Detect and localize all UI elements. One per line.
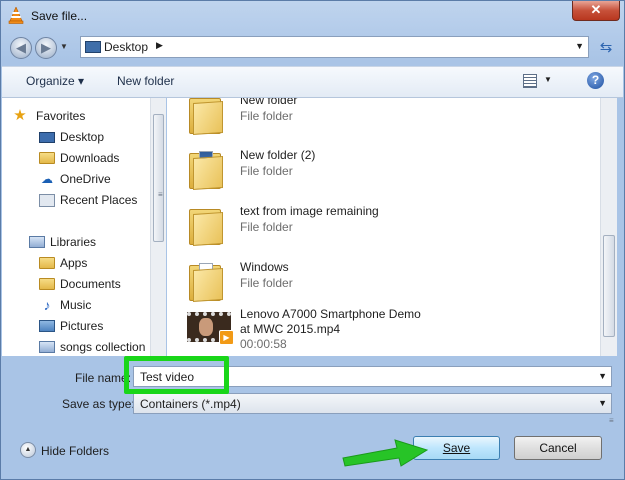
new-folder-button[interactable]: New folder xyxy=(117,74,174,88)
desktop-icon xyxy=(39,132,55,143)
file-name: text from image remaining xyxy=(240,204,379,218)
save-as-type-dropdown[interactable]: ▼ xyxy=(598,398,607,408)
list-item[interactable]: ▶ Lenovo A7000 Smartphone Demo at MWC 20… xyxy=(167,306,587,356)
file-name-line2: at MWC 2015.mp4 xyxy=(240,322,341,336)
nav-item-label: Documents xyxy=(60,277,121,291)
forward-button[interactable]: ▶ xyxy=(35,37,57,59)
navigation-pane: ★ Favorites Desktop Downloads ☁ OneDrive… xyxy=(2,98,150,356)
documents-icon xyxy=(39,278,55,290)
nav-item-label: Music xyxy=(60,298,92,312)
grip-icon: ≡ xyxy=(158,190,163,199)
close-button[interactable]: ✕ xyxy=(572,1,620,21)
toolbar: Organize ▾ New folder ▼ ? xyxy=(2,66,623,98)
refresh-button[interactable]: ⇆ xyxy=(594,37,618,59)
nav-item-label: Apps xyxy=(60,256,88,270)
window-title: Save file... xyxy=(31,9,88,23)
cancel-button[interactable]: Cancel xyxy=(514,436,602,460)
back-button[interactable]: ◀ xyxy=(10,37,32,59)
nav-item-label: Desktop xyxy=(60,130,105,144)
folder-icon xyxy=(189,205,223,247)
nav-favorites-label: Favorites xyxy=(36,109,86,123)
nav-item-label: OneDrive xyxy=(60,172,111,186)
file-name: New folder xyxy=(240,98,298,107)
file-type: File folder xyxy=(240,109,293,123)
file-name: Windows xyxy=(240,260,289,274)
onedrive-cloud-icon: ☁ xyxy=(41,172,53,186)
vlc-play-icon: ▶ xyxy=(219,330,234,345)
hide-folders-label: Hide Folders xyxy=(41,444,110,458)
recent-locations-dropdown[interactable]: ▼ xyxy=(60,42,70,54)
help-icon[interactable]: ? xyxy=(587,72,604,89)
green-arrow-icon xyxy=(342,439,429,467)
nav-scroll-thumb[interactable]: ≡ xyxy=(153,114,164,242)
nav-item-label: Pictures xyxy=(60,319,104,333)
folder-icon xyxy=(39,257,55,269)
desktop-icon xyxy=(85,41,101,53)
file-name-dropdown[interactable]: ▼ xyxy=(598,371,607,381)
nav-pane-scrollbar[interactable]: ≡ xyxy=(150,98,166,356)
file-list-scrollbar[interactable]: ≡ xyxy=(600,98,617,425)
save-as-type-select[interactable]: Containers (*.mp4) ▼ xyxy=(133,393,612,414)
folder-icon xyxy=(189,261,223,303)
music-icon: ♪ xyxy=(43,297,51,313)
file-list: New folder File folder New folder (2) Fi… xyxy=(167,98,600,356)
grip-icon: ≡ xyxy=(609,416,614,425)
library-icon xyxy=(39,341,55,353)
address-bar[interactable]: Desktop ▶ ▼ xyxy=(80,36,589,58)
organize-menu[interactable]: Organize ▾ xyxy=(26,74,84,88)
file-type: File folder xyxy=(240,276,293,290)
list-item[interactable]: text from image remaining File folder xyxy=(167,199,587,251)
nav-item-label: Downloads xyxy=(60,151,120,165)
address-location[interactable]: Desktop xyxy=(104,40,148,54)
file-type: File folder xyxy=(240,220,293,234)
view-options-dropdown[interactable]: ▼ xyxy=(544,75,552,84)
file-scroll-thumb[interactable]: ≡ xyxy=(603,235,615,425)
address-dropdown[interactable]: ▼ xyxy=(575,41,584,51)
nav-item-label: Recent Places xyxy=(60,193,138,207)
title-bar[interactable]: Save file... ✕ xyxy=(1,1,624,31)
recent-places-icon xyxy=(39,194,55,207)
libraries-icon xyxy=(29,236,45,248)
highlight-box xyxy=(124,356,229,394)
list-item[interactable]: New folder File folder xyxy=(167,98,587,140)
save-as-type-value: Containers (*.mp4) xyxy=(140,397,241,411)
nav-libraries-label: Libraries xyxy=(50,235,97,249)
downloads-folder-icon xyxy=(39,152,55,164)
nav-item-label: songs collection xyxy=(60,340,146,354)
save-file-dialog: Save file... ✕ ◀ ▶ ▼ Desktop ▶ ▼ ⇆ Organ… xyxy=(0,0,625,480)
change-view-icon[interactable] xyxy=(523,74,537,88)
breadcrumb-chevron-icon[interactable]: ▶ xyxy=(156,40,163,51)
folder-icon xyxy=(189,98,223,136)
vlc-cone-icon xyxy=(8,7,24,24)
list-item[interactable]: New folder (2) File folder xyxy=(167,143,587,195)
file-type: File folder xyxy=(240,164,293,178)
save-button-label: Save xyxy=(442,441,471,455)
file-name-label: File name: xyxy=(75,371,132,385)
star-icon: ★ xyxy=(13,107,27,124)
file-name: Lenovo A7000 Smartphone Demo xyxy=(240,307,421,321)
folder-icon xyxy=(189,149,223,191)
chevron-up-icon: ▲ xyxy=(20,442,36,458)
video-duration: 00:00:58 xyxy=(240,337,287,351)
save-as-type-label: Save as type: xyxy=(62,397,135,411)
pictures-icon xyxy=(39,320,55,332)
list-item[interactable]: Windows File folder xyxy=(167,255,587,307)
file-name: New folder (2) xyxy=(240,148,316,162)
